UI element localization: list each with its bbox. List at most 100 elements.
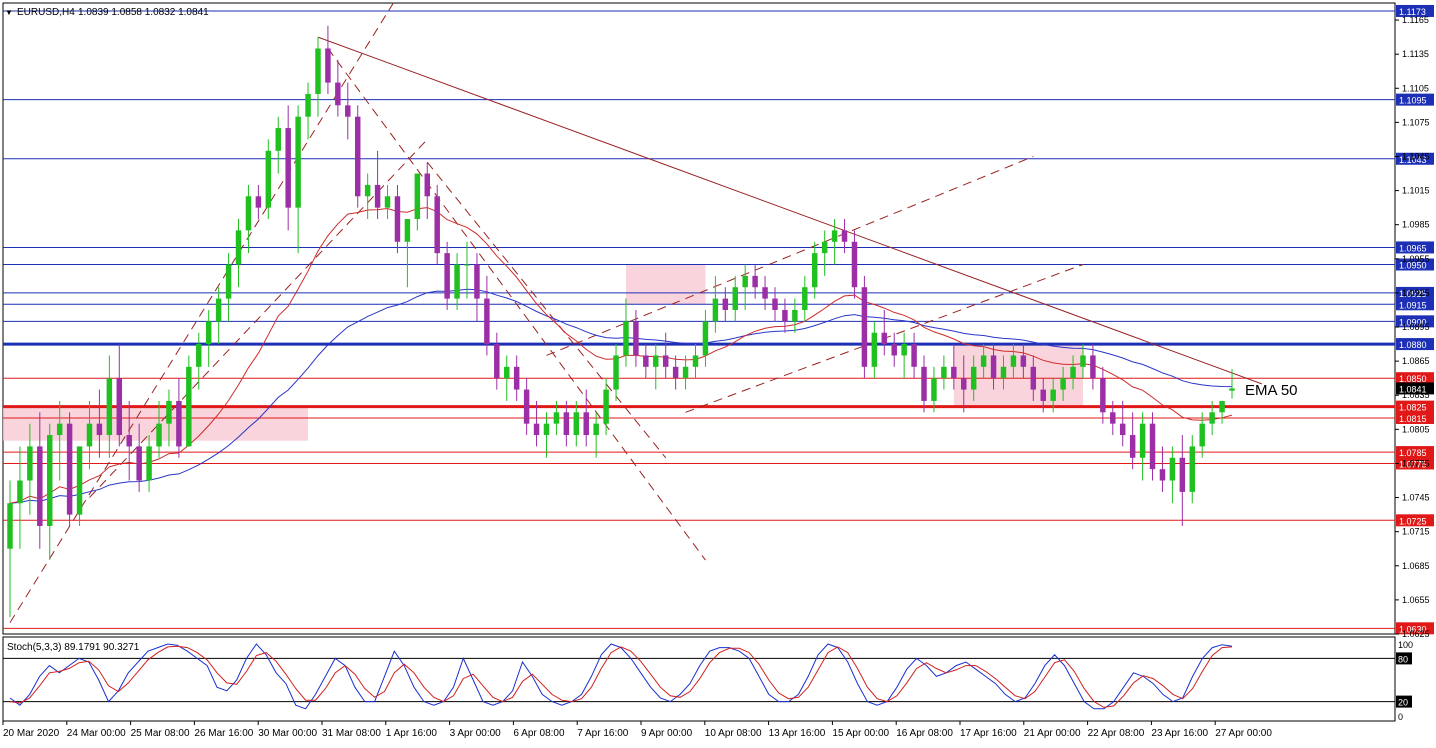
x-tick-label: 16 Apr 08:00 <box>896 728 953 739</box>
candle-body <box>951 366 957 379</box>
x-tick-label: 20 Mar 2020 <box>3 728 60 739</box>
candle-body <box>821 241 828 254</box>
x-tick-label: 23 Apr 16:00 <box>1151 728 1208 739</box>
candle-body <box>1110 412 1116 424</box>
candle-body <box>1119 423 1126 436</box>
candle-body <box>643 355 649 367</box>
candle-body <box>732 287 738 310</box>
candle-body <box>235 230 242 265</box>
candle-body <box>841 230 848 242</box>
stoch-header-label: Stoch(5,3,3) 89.1791 90.3271 <box>7 642 140 653</box>
candle-body <box>891 344 897 356</box>
candle-body <box>831 230 838 242</box>
candle-body <box>921 366 927 401</box>
ema-label: EMA 50 <box>1245 382 1298 399</box>
candle-body <box>275 128 281 151</box>
candle-body <box>47 435 53 526</box>
x-tick-label: 30 Mar 00:00 <box>258 728 317 739</box>
candle-body <box>494 344 500 379</box>
candle-body <box>394 196 401 242</box>
triangle-down-icon[interactable]: ▼ <box>5 8 13 17</box>
candle-body <box>255 196 262 208</box>
candle-body <box>802 287 808 310</box>
y-tick-label: 1.0955 <box>1402 254 1430 264</box>
candle-body <box>126 435 132 447</box>
x-tick-label: 1 Apr 16:00 <box>386 728 438 739</box>
candle-body <box>454 264 460 299</box>
candle-body <box>1189 446 1195 492</box>
candle-body <box>1149 423 1156 470</box>
candle-body <box>533 423 540 436</box>
candle-body <box>1080 355 1086 367</box>
candle-body <box>464 264 470 266</box>
candle-body <box>315 48 321 94</box>
x-tick-label: 22 Apr 08:00 <box>1088 728 1145 739</box>
x-tick-label: 3 Apr 00:00 <box>450 728 502 739</box>
candle-body <box>384 196 391 208</box>
candle-body <box>1229 388 1235 391</box>
candle-body <box>1050 389 1056 401</box>
candle-body <box>116 378 123 436</box>
y-tick-label: 1.0655 <box>1402 595 1430 605</box>
candle-body <box>1129 435 1136 458</box>
y-tick-label: 1.1045 <box>1402 151 1430 161</box>
candle-body <box>444 253 450 299</box>
x-tick-label: 9 Apr 00:00 <box>641 728 693 739</box>
y-tick-label: 1.0865 <box>1402 356 1430 366</box>
y-tick-label: 1.0685 <box>1402 561 1430 571</box>
candle-body <box>414 173 421 220</box>
candle-body <box>146 446 152 481</box>
candle-body <box>196 344 202 367</box>
y-tick-label: 1.0805 <box>1402 424 1430 434</box>
candle-body <box>980 355 987 367</box>
candle-body <box>573 412 580 436</box>
candle-body <box>66 423 73 515</box>
candle-body <box>583 412 589 436</box>
candle-body <box>1199 423 1205 447</box>
y-tick-label: 1.0775 <box>1402 458 1430 468</box>
candle-body <box>772 298 778 310</box>
candle-body <box>1100 378 1106 413</box>
candle-body <box>941 366 947 379</box>
x-tick-label: 25 Mar 08:00 <box>131 728 190 739</box>
candle-body <box>136 446 142 481</box>
y-tick-label: 1.0625 <box>1402 629 1430 639</box>
y-tick-label: 1.0985 <box>1402 220 1430 230</box>
x-tick-label: 7 Apr 16:00 <box>577 728 629 739</box>
candle-body <box>1020 355 1027 367</box>
candle-body <box>662 355 669 367</box>
candle-body <box>205 321 212 345</box>
candle-body <box>295 116 301 208</box>
candle-body <box>27 446 33 481</box>
current-price-label: 1.0841 <box>1399 384 1427 394</box>
candle-body <box>1159 469 1166 481</box>
candle-body <box>931 378 937 401</box>
candle-body <box>1070 366 1076 379</box>
candle-body <box>970 366 977 390</box>
x-tick-label: 10 Apr 08:00 <box>705 728 762 739</box>
candle-body <box>215 298 222 322</box>
y-tick-label: 1.0715 <box>1402 527 1430 537</box>
candle-body <box>404 219 411 242</box>
candle-body <box>245 196 252 231</box>
y-tick-label: 1.0925 <box>1402 288 1430 298</box>
candle-body <box>782 309 788 322</box>
candle-body <box>692 355 699 367</box>
x-tick-label: 31 Mar 08:00 <box>322 728 381 739</box>
candle-body <box>901 344 907 356</box>
candle-body <box>325 48 331 83</box>
level-price-label: 1.0725 <box>1399 516 1427 526</box>
candle-body <box>563 412 570 436</box>
candle-body <box>1090 355 1096 379</box>
candle-body <box>186 366 192 447</box>
candle-body <box>633 321 639 356</box>
candle-body <box>513 366 520 390</box>
candle-body <box>851 241 858 288</box>
y-tick-label: 1.0895 <box>1402 322 1430 332</box>
x-tick-label: 17 Apr 16:00 <box>960 728 1017 739</box>
candle-body <box>364 184 371 197</box>
candle-body <box>17 480 23 504</box>
candle-body <box>543 423 550 436</box>
x-tick-label: 21 Apr 00:00 <box>1024 728 1081 739</box>
candle-body <box>424 173 431 197</box>
